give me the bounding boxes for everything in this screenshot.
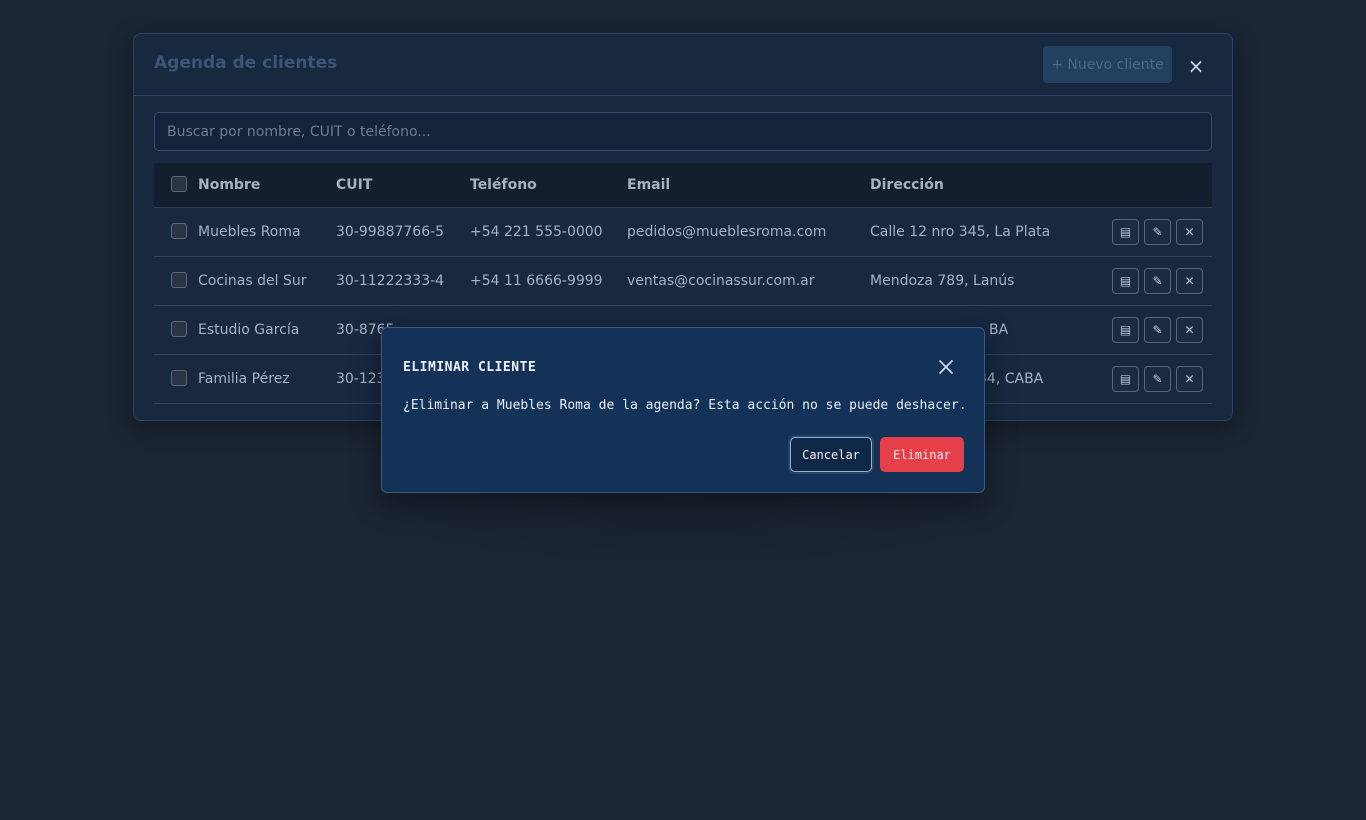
table-row[interactable]: Muebles Roma 30-99887766-5 +54 221 555-0… xyxy=(154,208,1212,257)
client-address: Calle 12 nro 345, La Plata xyxy=(870,224,1051,240)
new-client-button[interactable]: + Nuevo cliente xyxy=(1043,46,1172,83)
column-header-email[interactable]: Email xyxy=(627,163,670,208)
client-cuit: 30-123 xyxy=(336,371,386,387)
list-icon[interactable]: ▤ xyxy=(1112,219,1139,245)
client-phone: +54 221 555-0000 xyxy=(470,224,603,240)
list-icon[interactable]: ▤ xyxy=(1112,317,1139,343)
client-name: Muebles Roma xyxy=(198,224,301,240)
pencil-icon[interactable]: ✎ xyxy=(1144,219,1171,245)
list-icon[interactable]: ▤ xyxy=(1112,366,1139,392)
row-checkbox[interactable] xyxy=(171,272,187,288)
close-icon[interactable]: ✕ xyxy=(1176,317,1203,343)
client-cuit: 30-99887766-5 xyxy=(336,224,445,240)
delete-button[interactable]: Eliminar xyxy=(880,437,964,472)
pencil-icon[interactable]: ✎ xyxy=(1144,317,1171,343)
panel-title: Agenda de clientes xyxy=(154,53,338,73)
pencil-icon[interactable]: ✎ xyxy=(1144,268,1171,294)
column-header-cuit[interactable]: CUIT xyxy=(336,163,372,208)
panel-header: Agenda de clientes + Nuevo cliente × xyxy=(134,34,1232,96)
close-icon[interactable]: ✕ xyxy=(1176,219,1203,245)
client-address: 34, CABA xyxy=(978,371,1044,387)
client-name: Familia Pérez xyxy=(198,371,290,387)
client-name: Estudio García xyxy=(198,322,300,338)
column-header-direccion[interactable]: Dirección xyxy=(870,163,944,208)
close-icon[interactable]: ✕ xyxy=(1176,268,1203,294)
dialog-title: ELIMINAR CLIENTE xyxy=(403,360,537,375)
client-phone: +54 11 6666-9999 xyxy=(470,273,603,289)
select-all-checkbox[interactable] xyxy=(171,176,187,192)
close-icon[interactable]: × xyxy=(1184,54,1208,78)
row-checkbox[interactable] xyxy=(171,223,187,239)
client-email: ventas@cocinassur.com.ar xyxy=(627,273,815,289)
column-header-telefono[interactable]: Teléfono xyxy=(470,163,537,208)
client-address: BA xyxy=(989,322,1009,338)
client-address: Mendoza 789, Lanús xyxy=(870,273,1015,289)
close-icon[interactable]: ✕ xyxy=(1176,366,1203,392)
column-header-nombre[interactable]: Nombre xyxy=(198,163,260,208)
delete-client-dialog: ELIMINAR CLIENTE ¿Eliminar a Muebles Rom… xyxy=(381,327,985,493)
table-row[interactable]: Cocinas del Sur 30-11222333-4 +54 11 666… xyxy=(154,257,1212,306)
row-checkbox[interactable] xyxy=(171,370,187,386)
search-input[interactable] xyxy=(154,112,1212,151)
close-icon[interactable] xyxy=(935,356,957,378)
row-checkbox[interactable] xyxy=(171,321,187,337)
table-header: Nombre CUIT Teléfono Email Dirección xyxy=(154,163,1212,208)
cancel-button[interactable]: Cancelar xyxy=(790,437,872,472)
client-name: Cocinas del Sur xyxy=(198,273,307,289)
dialog-message: ¿Eliminar a Muebles Roma de la agenda? E… xyxy=(403,398,967,413)
pencil-icon[interactable]: ✎ xyxy=(1144,366,1171,392)
client-cuit: 30-11222333-4 xyxy=(336,273,445,289)
client-email: pedidos@mueblesroma.com xyxy=(627,224,827,240)
list-icon[interactable]: ▤ xyxy=(1112,268,1139,294)
